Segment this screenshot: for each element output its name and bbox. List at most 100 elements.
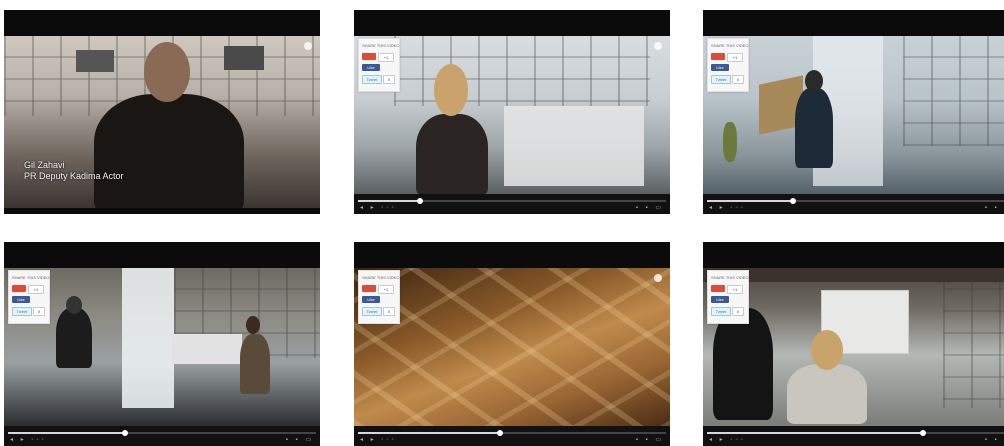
settings-icon[interactable] [304, 42, 312, 50]
progress-bar[interactable] [358, 198, 666, 204]
window-background [903, 36, 1004, 146]
progress-fill [707, 432, 923, 434]
video-tile-1[interactable]: Gil Zahavi PR Deputy Kadima Actor [4, 10, 320, 214]
window-background [394, 36, 650, 106]
player-options[interactable]: ▪ ▪ ▭ [286, 436, 314, 443]
person-silhouette [713, 308, 773, 420]
player-options[interactable]: ▪ ▪ ▭ [636, 436, 664, 443]
person-head [805, 70, 823, 92]
tweet-count: 0 [383, 75, 395, 84]
progress-knob[interactable] [122, 430, 129, 436]
plant [723, 122, 737, 162]
play-controls[interactable]: ◂ ▸ ◦◦◦ [709, 204, 746, 211]
player-options[interactable]: ▪ ▪ ▭ [636, 204, 664, 211]
progress-bar[interactable] [707, 430, 1004, 436]
window-background [943, 268, 1004, 408]
google-plus-button[interactable] [362, 53, 376, 60]
video-frame[interactable]: Gil Zahavi PR Deputy Kadima Actor [4, 36, 320, 208]
progress-fill [707, 200, 794, 202]
google-plus-count: +1 [378, 285, 394, 294]
tweet-count: 0 [732, 307, 744, 316]
google-plus-count: +1 [378, 53, 394, 62]
person-silhouette [787, 364, 867, 424]
share-title: SHARE THIS VIDEO [362, 275, 400, 280]
share-panel: SHARE THIS VIDEO +1 Like Tweet 0 [707, 270, 749, 324]
play-controls[interactable]: ◂ ▸ ◦◦◦ [360, 204, 397, 211]
white-sofa [172, 334, 242, 364]
person-head [144, 42, 190, 102]
progress-knob[interactable] [919, 430, 926, 436]
video-tile-3[interactable]: SHARE THIS VIDEO +1 Like Tweet 0 ◂ ▸ ◦◦◦… [703, 10, 1004, 214]
progress-knob[interactable] [790, 198, 797, 204]
tweet-count: 0 [732, 75, 744, 84]
person-silhouette [416, 114, 488, 194]
facebook-like-button[interactable]: Like [12, 296, 30, 303]
progress-bar[interactable] [707, 198, 1004, 204]
white-curtain [122, 268, 174, 408]
tweet-count: 0 [383, 307, 395, 316]
person-silhouette [94, 94, 244, 208]
person-silhouette [795, 88, 833, 168]
tweet-button[interactable]: Tweet [362, 307, 382, 316]
tweet-button[interactable]: Tweet [711, 307, 731, 316]
video-frame[interactable] [354, 268, 670, 426]
share-title: SHARE THIS VIDEO [711, 43, 749, 48]
google-plus-button[interactable] [12, 285, 26, 292]
google-plus-count: +1 [28, 285, 44, 294]
tweet-button[interactable]: Tweet [12, 307, 32, 316]
share-title: SHARE THIS VIDEO [12, 275, 50, 280]
player-controls: ◂ ▸ ◦◦◦ ▪ ▪ ▭ [354, 426, 670, 446]
white-furniture [504, 106, 644, 186]
video-frame[interactable] [354, 36, 670, 194]
person-head [66, 296, 82, 314]
facebook-like-button[interactable]: Like [711, 296, 729, 303]
video-tile-2[interactable]: SHARE THIS VIDEO +1 Like Tweet 0 ◂ ▸ ◦◦◦… [354, 10, 670, 214]
tweet-count: 0 [33, 307, 45, 316]
progress-fill [358, 200, 420, 202]
facebook-like-button[interactable]: Like [362, 64, 380, 71]
facebook-like-button[interactable]: Like [362, 296, 380, 303]
google-plus-button[interactable] [711, 53, 725, 60]
progress-knob[interactable] [496, 430, 503, 436]
video-tile-5[interactable]: SHARE THIS VIDEO +1 Like Tweet 0 ◂ ▸ ◦◦◦… [354, 242, 670, 446]
player-controls: ◂ ▸ ◦◦◦ ▪ ▪ ▭ [354, 194, 670, 214]
share-panel: SHARE THIS VIDEO +1 Like Tweet 0 [707, 38, 749, 92]
google-plus-button[interactable] [362, 285, 376, 292]
facebook-like-button[interactable]: Like [711, 64, 729, 71]
player-options[interactable]: ▪ ▪ ▭ [985, 204, 1004, 211]
progress-fill [8, 432, 126, 434]
google-plus-count: +1 [727, 53, 743, 62]
caption-name: Gil Zahavi [24, 160, 65, 170]
player-options[interactable]: ▪ ▪ ▭ [985, 436, 1004, 443]
progress-knob[interactable] [416, 198, 423, 204]
progress-bar[interactable] [358, 430, 666, 436]
lower-third-caption: Gil Zahavi PR Deputy Kadima Actor [24, 160, 124, 182]
tweet-button[interactable]: Tweet [711, 75, 731, 84]
player-controls: ◂ ▸ ◦◦◦ ▪ ▪ ▭ [703, 194, 1004, 214]
person-head [246, 316, 260, 334]
person-silhouette [56, 308, 92, 368]
settings-icon[interactable] [654, 274, 662, 282]
wall-monitor [76, 50, 114, 72]
progress-fill [358, 432, 500, 434]
video-frame[interactable] [4, 268, 320, 426]
tweet-button[interactable]: Tweet [362, 75, 382, 84]
person-silhouette [240, 334, 270, 394]
share-title: SHARE THIS VIDEO [362, 43, 400, 48]
play-controls[interactable]: ◂ ▸ ◦◦◦ [10, 436, 47, 443]
google-plus-button[interactable] [711, 285, 725, 292]
play-controls[interactable]: ◂ ▸ ◦◦◦ [709, 436, 746, 443]
person-head [434, 64, 468, 116]
wall-monitor [224, 46, 264, 70]
player-controls: ◂ ▸ ◦◦◦ ▪ ▪ ▭ [703, 426, 1004, 446]
video-tile-4[interactable]: SHARE THIS VIDEO +1 Like Tweet 0 ◂ ▸ ◦◦◦… [4, 242, 320, 446]
video-tile-6[interactable]: SHARE THIS VIDEO +1 Like Tweet 0 ◂ ▸ ◦◦◦… [703, 242, 1004, 446]
share-panel: SHARE THIS VIDEO +1 Like Tweet 0 [358, 270, 400, 324]
share-title: SHARE THIS VIDEO [711, 275, 749, 280]
player-controls: ◂ ▸ ◦◦◦ ▪ ▪ ▭ [4, 426, 320, 446]
share-panel: SHARE THIS VIDEO +1 Like Tweet 0 [358, 38, 400, 92]
settings-icon[interactable] [654, 42, 662, 50]
play-controls[interactable]: ◂ ▸ ◦◦◦ [360, 436, 397, 443]
share-panel: SHARE THIS VIDEO +1 Like Tweet 0 [8, 270, 50, 324]
progress-bar[interactable] [8, 430, 316, 436]
